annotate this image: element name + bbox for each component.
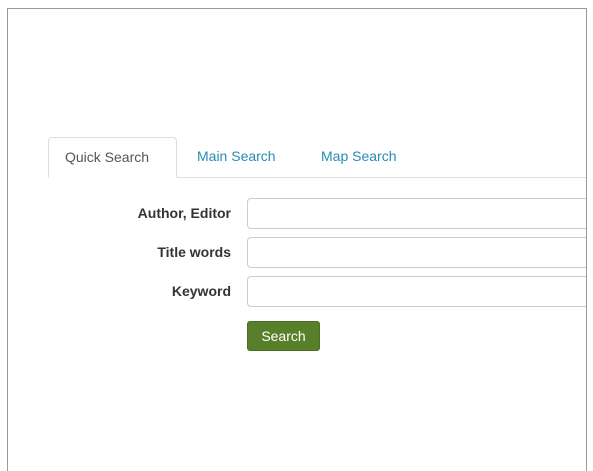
keyword-label: Keyword xyxy=(171,283,231,299)
page-frame: Quick Search Main Search Map Search Auth… xyxy=(7,8,587,471)
author-editor-input[interactable] xyxy=(247,198,586,229)
search-button[interactable]: Search xyxy=(247,321,320,351)
tab-main-search[interactable]: Main Search xyxy=(181,137,292,177)
title-words-label: Title words xyxy=(157,244,231,260)
search-tabs: Quick Search Main Search Map Search xyxy=(48,137,586,178)
tab-map-search[interactable]: Map Search xyxy=(305,137,412,177)
keyword-input[interactable] xyxy=(247,276,586,307)
keyword-row: Keyword xyxy=(8,276,586,307)
title-words-row: Title words xyxy=(8,237,586,268)
title-words-input[interactable] xyxy=(247,237,586,268)
tab-quick-search[interactable]: Quick Search xyxy=(48,137,177,178)
author-editor-row: Author, Editor xyxy=(8,198,586,229)
author-editor-label: Author, Editor xyxy=(137,205,231,221)
